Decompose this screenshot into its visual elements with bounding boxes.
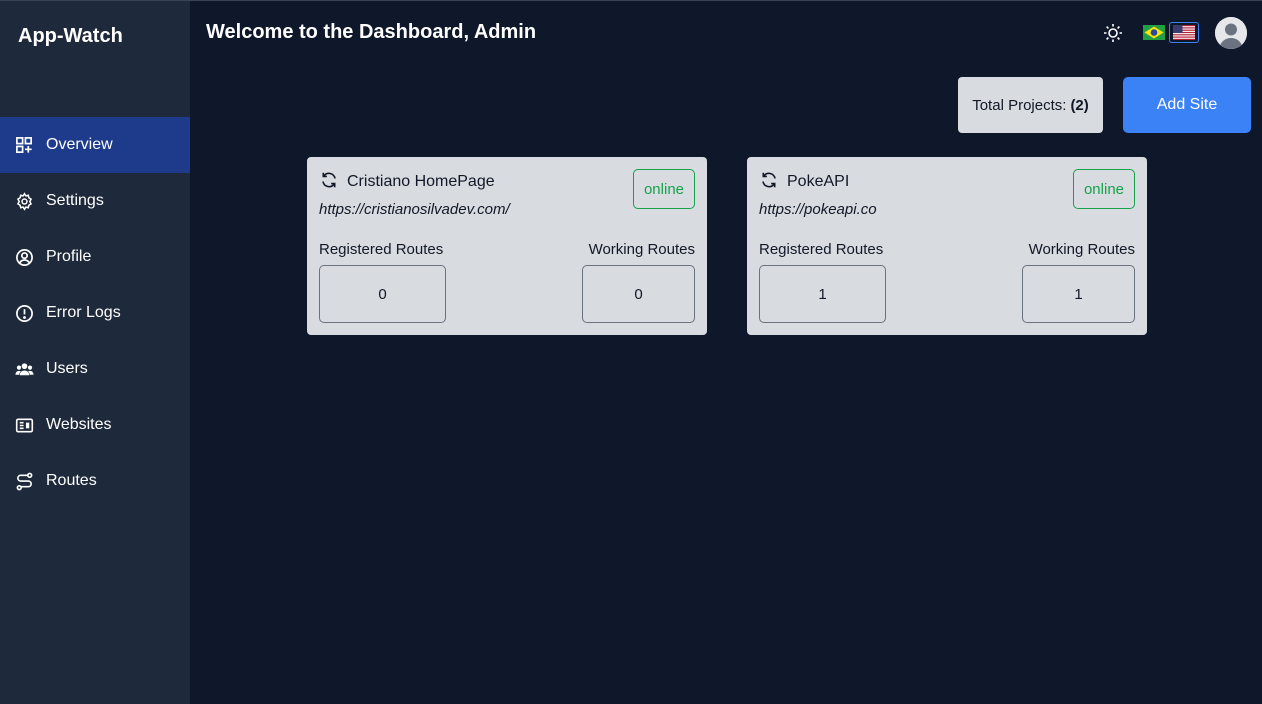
status-badge: online [1073, 169, 1135, 209]
total-projects-label: Total Projects: [972, 96, 1067, 114]
route-icon [14, 471, 34, 491]
working-routes-value: 0 [582, 265, 695, 323]
total-projects-count: (2) [1070, 96, 1089, 114]
sidebar-item-label: Users [46, 360, 88, 377]
sidebar: App-Watch Overview Settings Profile Erro… [0, 1, 190, 704]
project-url: https://pokeapi.co [759, 201, 877, 218]
sidebar-item-settings[interactable]: Settings [0, 173, 190, 229]
registered-routes-label: Registered Routes [759, 241, 884, 258]
sidebar-item-label: Overview [46, 136, 113, 153]
alert-circle-icon [14, 303, 34, 323]
registered-routes-value: 0 [319, 265, 446, 323]
page-title: Welcome to the Dashboard, Admin [206, 21, 537, 43]
status-badge: online [633, 169, 695, 209]
us-flag-icon[interactable] [1169, 22, 1199, 43]
sidebar-nav: Overview Settings Profile Error Logs Use… [0, 117, 190, 509]
sidebar-item-label: Websites [46, 416, 112, 433]
refresh-icon[interactable] [759, 170, 779, 190]
grid-plus-icon [14, 135, 34, 155]
refresh-icon[interactable] [319, 170, 339, 190]
working-routes-label: Working Routes [588, 241, 695, 258]
user-circle-icon [14, 247, 34, 267]
avatar[interactable] [1215, 17, 1247, 49]
registered-routes-value: 1 [759, 265, 886, 323]
newspaper-icon [14, 415, 34, 435]
total-projects-badge: Total Projects: (2) [958, 77, 1103, 133]
working-routes-value: 1 [1022, 265, 1135, 323]
sidebar-item-label: Settings [46, 192, 104, 209]
project-card-cristiano-homepage: Cristiano HomePage https://cristianosilv… [307, 157, 707, 335]
app-title: App-Watch [18, 25, 123, 47]
registered-routes-label: Registered Routes [319, 241, 444, 258]
sidebar-item-profile[interactable]: Profile [0, 229, 190, 285]
project-name: Cristiano HomePage [347, 173, 495, 190]
sidebar-item-users[interactable]: Users [0, 341, 190, 397]
users-icon [14, 359, 34, 379]
brazil-flag-icon[interactable] [1143, 25, 1165, 40]
sidebar-item-overview[interactable]: Overview [0, 117, 190, 173]
sun-icon[interactable] [1102, 22, 1124, 44]
project-card-pokeapi: PokeAPI https://pokeapi.co online Regist… [747, 157, 1147, 335]
add-site-button[interactable]: Add Site [1123, 77, 1251, 133]
sidebar-item-error-logs[interactable]: Error Logs [0, 285, 190, 341]
sidebar-item-label: Error Logs [46, 304, 121, 321]
project-name: PokeAPI [787, 173, 850, 190]
project-url: https://cristianosilvadev.com/ [319, 201, 510, 218]
gear-icon [14, 191, 34, 211]
sidebar-item-label: Routes [46, 472, 97, 489]
sidebar-item-routes[interactable]: Routes [0, 453, 190, 509]
working-routes-label: Working Routes [1028, 241, 1135, 258]
sidebar-item-label: Profile [46, 248, 92, 265]
sidebar-item-websites[interactable]: Websites [0, 397, 190, 453]
